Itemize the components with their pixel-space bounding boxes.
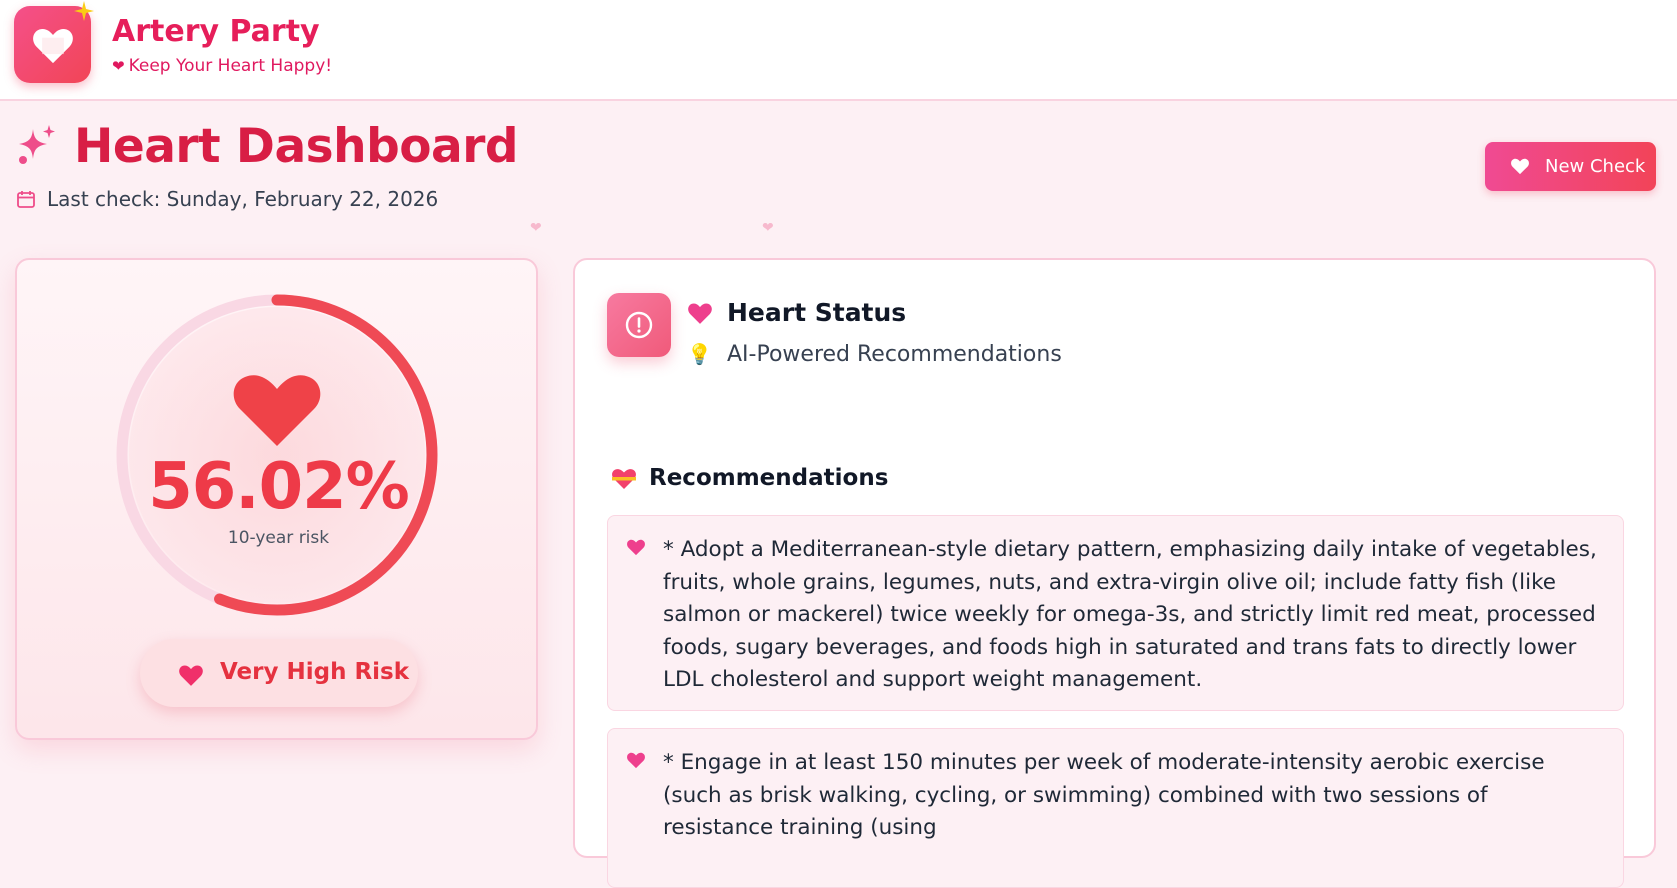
recommendation-text: * Adopt a Mediterranean-style dietary pa… [663,537,1597,692]
decorative-heart-icon: ❤ [530,220,542,236]
calendar-icon [17,191,35,208]
page-title: Heart Dashboard [74,119,519,174]
risk-level-badge: Very High Risk [140,639,418,707]
new-check-button[interactable]: New Check [1485,142,1656,191]
recommendation-item: * Adopt a Mediterranean-style dietary pa… [607,515,1624,711]
recommendation-item: * Engage in at least 150 minutes per wee… [607,728,1624,888]
top-bar: Artery Party ❤ Keep Your Heart Happy! [0,0,1677,101]
risk-level-text: Very High Risk [220,659,410,685]
heart-icon [1511,158,1529,175]
heart-icon [179,665,203,686]
heart-status-card: Heart Status 💡 AI-Powered Recommendation… [573,258,1656,888]
recommendations-heading-text: Recommendations [649,465,889,491]
app-tagline: ❤ Keep Your Heart Happy! [112,56,332,76]
sparkle-icon [74,1,94,21]
decorative-heart-icon: ❤ [762,220,774,236]
status-icon-box [607,293,671,357]
heart-icon [688,303,712,324]
risk-card: 56.02% 10-year risk Very High Risk [15,258,538,740]
heart-icon [33,28,73,64]
lightbulb-icon: 💡 [687,342,712,366]
heart-icon [627,539,645,556]
tagline-text: Keep Your Heart Happy! [128,56,333,76]
last-check-text: Last check: Sunday, February 22, 2026 [47,187,439,211]
recommendation-text: * Engage in at least 150 minutes per wee… [663,750,1545,840]
small-heart-icon: ❤ [112,57,125,75]
new-check-label: New Check [1545,156,1646,177]
risk-percentage: 56.02% [148,450,410,524]
heart-icon [627,752,645,769]
sparkles-icon [19,125,55,164]
heart-with-ribbon-icon [612,469,636,489]
status-title: Heart Status [727,298,907,327]
ai-subtitle-text: AI-Powered Recommendations [727,342,1062,367]
app-name: Artery Party [112,14,320,49]
alert-circle-icon [625,311,653,339]
risk-subtitle: 10-year risk [227,528,330,548]
